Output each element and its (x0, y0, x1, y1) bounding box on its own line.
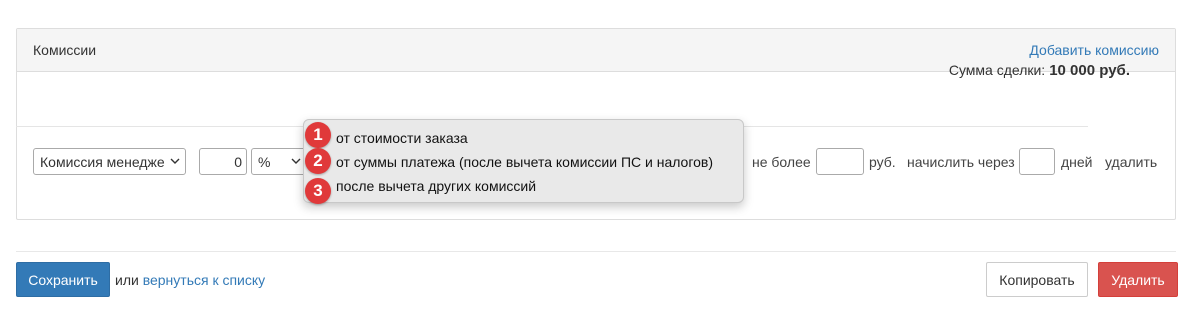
unit-select[interactable]: % (251, 148, 307, 175)
option-badge-3: 3 (305, 178, 331, 204)
deal-sum: Сумма сделки: 10 000 руб. (949, 62, 1130, 79)
back-to-list-link[interactable]: вернуться к списку (143, 272, 265, 288)
unit-dropdown-menu: 1 от стоимости заказа 2 от суммы платежа… (303, 119, 744, 204)
save-button[interactable]: Сохранить (16, 262, 110, 297)
delete-button[interactable]: Удалить (1098, 262, 1178, 297)
add-commission-link[interactable]: Добавить комиссию (1029, 42, 1159, 58)
amount-input[interactable]: 0 (199, 148, 247, 175)
delete-commission-link[interactable]: удалить (1105, 154, 1157, 170)
option-badge-1: 1 (305, 122, 331, 148)
commission-type-select[interactable]: Комиссия менедже (33, 148, 186, 175)
max-amount-input[interactable] (816, 148, 864, 175)
panel-title: Комиссии (33, 42, 97, 58)
accrue-label: начислить через (907, 154, 1015, 170)
footer-divider (16, 251, 1176, 252)
or-text: или вернуться к списку (115, 272, 265, 288)
chevron-down-icon (170, 158, 180, 164)
dropdown-option-3[interactable]: после вычета других комиссий (336, 178, 536, 194)
deal-sum-value: 10 000 руб. (1049, 62, 1130, 79)
days-input[interactable] (1019, 148, 1055, 175)
dropdown-option-2[interactable]: от суммы платежа (после вычета комиссии … (336, 154, 713, 170)
commission-type-value: Комиссия менедже (40, 153, 165, 170)
copy-button[interactable]: Копировать (986, 262, 1088, 297)
unit-value: % (258, 153, 271, 170)
max-label: не более (752, 154, 811, 170)
chevron-down-icon (291, 158, 301, 164)
option-badge-2: 2 (305, 148, 331, 174)
or-label: или (115, 272, 139, 288)
days-label: дней (1061, 154, 1093, 170)
currency-label: руб. (869, 154, 896, 170)
deal-sum-label: Сумма сделки: (948, 62, 1046, 78)
dropdown-option-1[interactable]: от стоимости заказа (336, 130, 468, 146)
amount-value: 0 (234, 153, 242, 170)
